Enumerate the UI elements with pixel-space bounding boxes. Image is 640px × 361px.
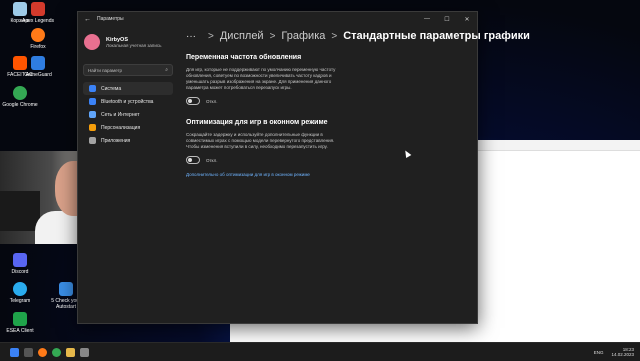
close-button[interactable]: ✕ bbox=[457, 16, 477, 23]
desktop-icon-discord[interactable]: Discord bbox=[0, 253, 40, 275]
system-icon bbox=[89, 85, 96, 92]
microphone bbox=[0, 191, 40, 231]
vrr-toggle[interactable] bbox=[186, 97, 200, 105]
windowed-toggle-state: Откл. bbox=[206, 157, 218, 163]
sidebar-item-apps[interactable]: Приложения bbox=[83, 134, 173, 147]
sidebar-item-network[interactable]: Сеть и Интернет bbox=[83, 108, 173, 121]
firefox-icon[interactable] bbox=[38, 347, 47, 357]
sidebar-item-bluetooth[interactable]: Bluetooth и устройства bbox=[83, 95, 173, 108]
network-icon bbox=[89, 111, 96, 118]
desktop-icon-apex[interactable]: Apex Legends bbox=[18, 2, 58, 24]
start-icon[interactable] bbox=[10, 347, 19, 357]
breadcrumb-separator: > bbox=[331, 30, 338, 42]
search-icon: ⌕ bbox=[165, 67, 168, 73]
breadcrumb-graphics[interactable]: Графика bbox=[281, 30, 325, 42]
apex-legends-icon bbox=[31, 2, 45, 16]
desktop-icon-chrome[interactable]: Google Chrome bbox=[0, 86, 40, 108]
windowed-toggle[interactable] bbox=[186, 156, 200, 164]
telegram-icon bbox=[13, 282, 27, 296]
toggle-knob bbox=[188, 158, 192, 162]
bluetooth-icon bbox=[89, 98, 96, 105]
toggle-knob bbox=[188, 99, 192, 103]
file-explorer-icon[interactable] bbox=[66, 347, 75, 357]
windowed-description: Сокращайте задержку и используйте дополн… bbox=[186, 132, 335, 149]
sidebar-item-label: Система bbox=[101, 85, 122, 92]
settings-sidebar: KirbyOS Локальная учетная запись Найти п… bbox=[78, 26, 178, 323]
taskbar: ENG 18:23 14.02.2023 bbox=[0, 342, 640, 361]
vrr-toggle-state: Откл. bbox=[206, 98, 218, 104]
desktop-icon-firefox[interactable]: Firefox bbox=[18, 28, 58, 50]
minimize-button[interactable]: — bbox=[417, 16, 437, 23]
user-profile[interactable]: KirbyOS Локальная учетная запись bbox=[78, 26, 178, 50]
page-title: Стандартные параметры графики bbox=[343, 30, 530, 42]
profile-account-type: Локальная учетная запись bbox=[106, 42, 162, 48]
window-title: Параметры bbox=[97, 16, 124, 22]
desktop-icon-telegram[interactable]: Telegram bbox=[0, 282, 40, 304]
breadcrumb: ··· > Дисплей > Графика > Стандартные па… bbox=[186, 30, 530, 42]
sidebar-item-personalization[interactable]: Персонализация bbox=[83, 121, 173, 134]
windowed-learn-more-link[interactable]: Дополнительно об оптимизации для игр в о… bbox=[186, 172, 469, 177]
sidebar-item-label: Приложения bbox=[101, 137, 131, 144]
sidebar-item-label: Bluetooth и устройства bbox=[101, 98, 154, 105]
desktop-icon-label: ESEA Client bbox=[6, 328, 34, 334]
search-input[interactable]: Найти параметр ⌕ bbox=[83, 64, 173, 76]
breadcrumb-separator: > bbox=[269, 30, 276, 42]
vrr-description: Для игр, которые не поддерживают по умол… bbox=[186, 67, 336, 90]
windowed-toggle-row: Откл. bbox=[186, 156, 469, 164]
sidebar-item-system[interactable]: Система bbox=[83, 82, 173, 95]
clock[interactable]: 18:23 14.02.2023 bbox=[611, 347, 634, 357]
windowed-section-title: Оптимизация для игр в оконном режиме bbox=[186, 119, 328, 126]
window-titlebar: ← Параметры — ☐ ✕ bbox=[78, 12, 477, 26]
firefox-icon bbox=[31, 28, 45, 42]
desktop-icon-gameguard[interactable]: GameGuard bbox=[18, 56, 58, 78]
system-tray: ENG 18:23 14.02.2023 bbox=[588, 347, 640, 357]
desktop-icon-label: GameGuard bbox=[24, 72, 52, 78]
vrr-section-title: Переменная частота обновления bbox=[186, 54, 302, 61]
desktop-icon-label: Telegram bbox=[9, 298, 31, 304]
clock-date: 14.02.2023 bbox=[611, 352, 634, 357]
desktop-icon-label: Apex Legends bbox=[22, 18, 54, 24]
desktop-icon-label: Firefox bbox=[30, 44, 46, 50]
search-icon[interactable] bbox=[24, 347, 33, 357]
discord-icon bbox=[13, 253, 27, 267]
settings-window[interactable]: ← Параметры — ☐ ✕ KirbyOS Локальная учет… bbox=[77, 11, 530, 324]
breadcrumb-overflow-button[interactable]: ··· bbox=[186, 31, 196, 42]
breadcrumb-display[interactable]: Дисплей bbox=[220, 30, 264, 42]
apps-icon bbox=[89, 137, 96, 144]
sidebar-item-label: Сеть и Интернет bbox=[101, 111, 140, 118]
autostart-icon bbox=[59, 282, 73, 296]
language-indicator[interactable]: ENG bbox=[594, 350, 604, 355]
settings-icon[interactable] bbox=[80, 347, 89, 357]
chrome-icon[interactable] bbox=[52, 347, 61, 357]
settings-content: ··· > Дисплей > Графика > Стандартные па… bbox=[186, 26, 530, 323]
gameguard-icon bbox=[31, 56, 45, 70]
desktop-icon-esea[interactable]: ESEA Client bbox=[0, 312, 40, 334]
desktop-icon-label: Discord bbox=[11, 269, 29, 275]
esea-icon bbox=[13, 312, 27, 326]
sidebar-item-label: Персонализация bbox=[101, 124, 141, 131]
search-placeholder: Найти параметр bbox=[88, 67, 123, 73]
vrr-toggle-row: Откл. bbox=[186, 97, 469, 105]
maximize-button[interactable]: ☐ bbox=[437, 16, 457, 23]
breadcrumb-separator: > bbox=[208, 30, 214, 42]
avatar bbox=[84, 34, 100, 50]
desktop-icon-label: Google Chrome bbox=[2, 102, 38, 108]
chrome-icon bbox=[13, 86, 27, 100]
back-arrow-icon[interactable]: ← bbox=[84, 16, 91, 23]
personalization-icon bbox=[89, 124, 96, 131]
